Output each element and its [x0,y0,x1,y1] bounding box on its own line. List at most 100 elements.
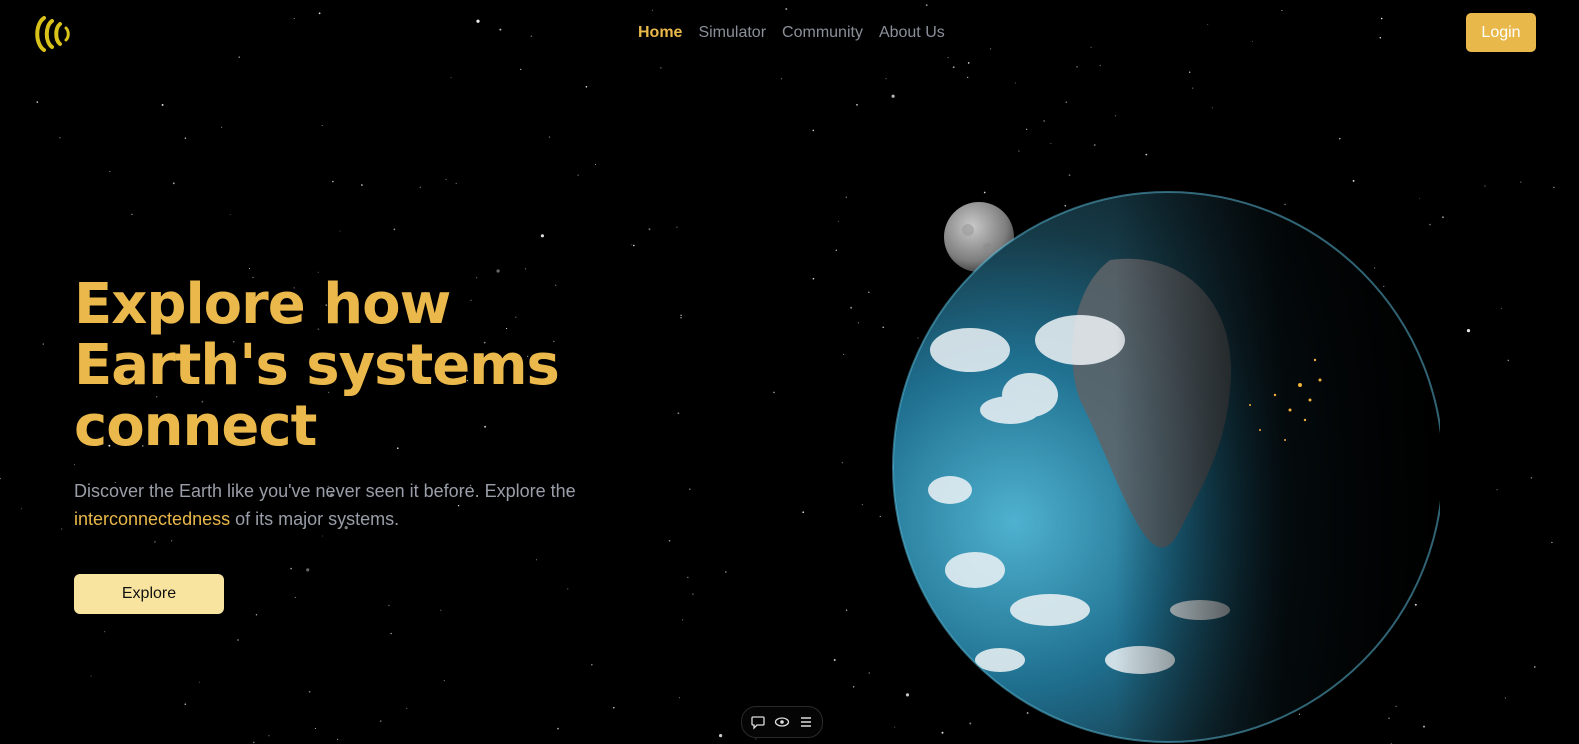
star [184,703,187,706]
star [925,4,928,6]
star [612,706,615,709]
star [868,291,870,293]
star [850,306,853,309]
star [891,94,895,98]
star [1211,107,1213,109]
star [677,412,680,415]
menu-icon[interactable] [798,714,814,730]
star [632,244,635,247]
star [845,609,848,611]
star [1251,40,1254,43]
star [255,614,258,616]
star [161,103,164,106]
eye-icon[interactable] [774,714,790,730]
star [294,596,296,598]
star [651,9,653,11]
star [221,126,223,128]
star [724,570,727,573]
star [1496,489,1498,491]
star [1014,82,1016,84]
star [843,353,845,355]
star [252,741,255,744]
star [61,528,63,530]
star [530,35,533,38]
star [947,57,949,59]
star [455,182,457,185]
star [406,708,408,710]
star [1076,66,1078,68]
star [337,738,339,741]
nav-community[interactable]: Community [782,22,863,44]
star [293,18,295,20]
star [1352,179,1355,182]
star [577,174,579,176]
star [1114,115,1117,117]
star [131,213,133,216]
star [1530,477,1533,479]
bottom-toolbar [741,706,823,738]
hero-title-line-2: Earth's systems [74,333,560,398]
star [361,184,363,186]
star [548,136,550,138]
star [248,268,250,270]
star [308,690,311,693]
star [780,78,782,80]
star [443,680,445,682]
star [719,734,723,738]
star [184,137,187,139]
nav-home[interactable]: Home [638,22,682,44]
star [20,508,22,510]
star [520,68,522,71]
star [332,180,334,183]
star [682,619,684,621]
nav-about-us[interactable]: About Us [879,22,945,44]
star [318,12,321,15]
star [1534,666,1536,668]
star [440,609,442,611]
hero-title: Explore how Earth's systems connect [74,272,560,457]
explore-button[interactable]: Explore [74,574,224,614]
star [990,48,992,50]
logo-icon[interactable] [30,12,74,56]
star [1189,71,1191,73]
hero-title-line-1: Explore how [74,272,451,337]
star [967,62,970,64]
star [660,67,662,69]
star [967,76,969,79]
star [885,78,887,80]
earth-globe-illustration [892,191,1440,743]
star [773,391,775,394]
star [1281,9,1283,12]
star [450,77,452,79]
star [388,604,390,607]
star [833,659,836,661]
star [952,66,955,69]
chat-bubble-icon[interactable] [750,714,766,730]
star [857,322,860,324]
star [1501,307,1502,309]
star [835,249,838,252]
star [419,186,421,188]
star [36,101,39,103]
star [1551,541,1553,544]
star [812,277,815,280]
star [595,163,596,165]
star [290,567,292,570]
star [321,125,323,126]
star [591,663,593,666]
star [678,697,680,699]
star [837,220,839,222]
star [856,103,858,106]
star [861,504,863,506]
login-button[interactable]: Login [1466,13,1536,52]
star [1484,185,1486,187]
star [688,488,691,491]
star [687,576,689,579]
star [1050,142,1052,144]
star [1380,17,1383,20]
star [90,675,92,677]
star [1379,37,1382,39]
star [676,226,678,228]
star [268,735,270,737]
nav-simulator[interactable]: Simulator [698,22,766,44]
